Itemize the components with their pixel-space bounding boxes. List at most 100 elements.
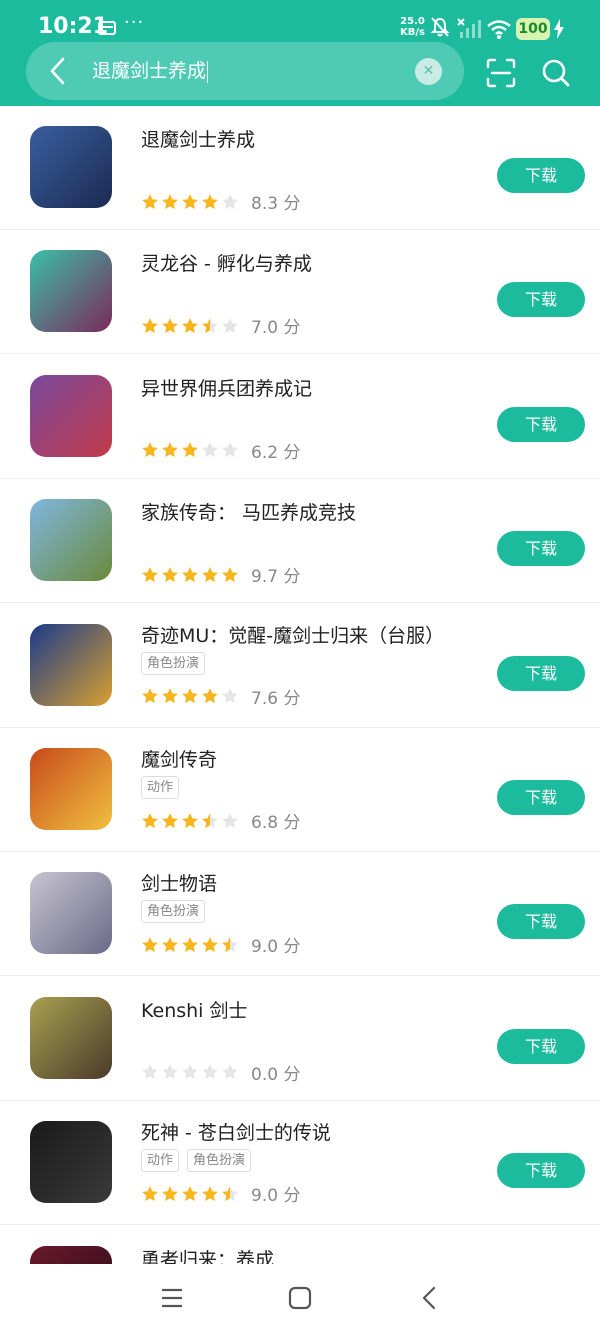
app-list-item[interactable]: 退魔剑士养成 8.3 分 下载	[0, 106, 600, 230]
app-list-item[interactable]: 灵龙谷 - 孵化与养成 7.0 分 下载	[0, 230, 600, 355]
star-filled-icon	[162, 442, 178, 458]
star-filled-icon	[142, 1185, 158, 1201]
home-icon[interactable]	[288, 1286, 312, 1310]
search-results-list[interactable]: 退魔剑士养成 8.3 分下载 灵龙谷 - 孵化与养成 7.0 分下载 异世界佣兵团养成记…	[0, 106, 600, 1264]
game-icon-dragon[interactable]	[30, 250, 112, 333]
star-filled-icon	[202, 193, 218, 209]
star-filled-icon	[162, 688, 178, 704]
star-filled-icon	[162, 937, 178, 953]
star-filled-icon	[142, 193, 158, 209]
cell-signal-icon	[457, 18, 481, 38]
game-icon-reaper[interactable]	[30, 1121, 112, 1204]
star-filled-icon	[142, 812, 158, 828]
app-rating: 6.2 分	[141, 438, 300, 463]
star-empty-icon	[222, 193, 238, 209]
app-title[interactable]: 奇迹MU：觉醒-魔剑士归来（台服）	[141, 621, 444, 648]
download-button[interactable]: 下载	[497, 655, 585, 691]
scan-button[interactable]	[486, 58, 516, 88]
rating-score: 9.0 分	[251, 937, 301, 958]
wifi-icon	[487, 20, 511, 39]
rating-score: 7.0 分	[251, 318, 301, 339]
app-title[interactable]: Kenshi 剑士	[141, 996, 248, 1023]
star-rating	[141, 441, 239, 459]
game-icon-sword-legend[interactable]	[30, 748, 112, 830]
star-half-icon	[202, 318, 218, 334]
rating-score: 6.8 分	[251, 813, 301, 833]
app-title[interactable]: 家族传奇： 马匹养成竞技	[141, 498, 356, 525]
download-button[interactable]: 下载	[497, 904, 585, 940]
game-icon-kenshi[interactable]	[30, 996, 112, 1079]
app-title[interactable]: 异世界佣兵团养成记	[141, 374, 312, 401]
app-title[interactable]: 死神 - 苍白剑士的传说	[141, 1118, 331, 1145]
star-filled-icon	[182, 318, 198, 334]
star-filled-icon	[182, 812, 198, 828]
rating-score: 8.3 分	[251, 194, 301, 214]
app-list-item[interactable]: 勇者归来：养成	[0, 1226, 600, 1264]
star-filled-icon	[142, 318, 158, 334]
star-empty-icon	[222, 688, 238, 704]
recent-apps-icon[interactable]	[160, 1286, 184, 1310]
star-filled-icon	[142, 688, 158, 704]
download-button[interactable]: 下载	[497, 531, 585, 567]
game-icon-mu[interactable]	[30, 623, 112, 706]
app-rating: 8.3 分	[141, 189, 300, 214]
category-tag: 角色扮演	[187, 1149, 252, 1173]
text-caret	[207, 60, 209, 83]
game-icon-hero[interactable]	[30, 1245, 112, 1264]
game-icon-exorcist[interactable]	[30, 126, 112, 208]
game-icon-horse[interactable]	[30, 499, 112, 582]
app-title[interactable]: 退魔剑士养成	[141, 125, 255, 152]
rating-score: 0.0 分	[251, 1064, 301, 1085]
star-filled-icon	[182, 566, 198, 582]
category-tag: 角色扮演	[141, 900, 206, 924]
star-empty-icon	[222, 442, 238, 458]
download-button[interactable]: 下载	[497, 1028, 585, 1064]
app-tags: 动作	[141, 776, 180, 799]
back-button[interactable]	[42, 52, 72, 90]
more-notifications-icon: ···	[124, 12, 145, 33]
star-filled-icon	[162, 318, 178, 334]
star-filled-icon	[202, 688, 218, 704]
star-filled-icon	[182, 688, 198, 704]
app-list-item[interactable]: 奇迹MU：觉醒-魔剑士归来（台服） 角色扮演 7.6 分 下载	[0, 604, 600, 728]
back-nav-icon[interactable]	[417, 1286, 441, 1310]
star-filled-icon	[182, 1185, 198, 1201]
app-rating: 7.6 分	[141, 684, 300, 709]
app-list-item[interactable]: 异世界佣兵团养成记 6.2 分 下载	[0, 355, 600, 479]
game-icon-mercenary[interactable]	[30, 374, 112, 457]
app-tags: 角色扮演	[141, 900, 206, 924]
star-filled-icon	[182, 193, 198, 209]
star-filled-icon	[142, 937, 158, 953]
app-title[interactable]: 灵龙谷 - 孵化与养成	[141, 249, 312, 276]
star-half-icon	[222, 937, 238, 953]
download-button[interactable]: 下载	[497, 406, 585, 442]
app-rating: 6.8 分	[141, 808, 300, 833]
app-list-item[interactable]: 家族传奇： 马匹养成竞技 9.7 分 下载	[0, 479, 600, 604]
rating-score: 9.7 分	[251, 567, 301, 588]
star-filled-icon	[162, 812, 178, 828]
category-tag: 动作	[141, 1149, 180, 1173]
search-button[interactable]	[541, 57, 571, 89]
download-button[interactable]: 下载	[497, 282, 585, 318]
app-title[interactable]: 魔剑传奇	[141, 745, 217, 772]
star-filled-icon	[142, 442, 158, 458]
star-rating	[141, 936, 239, 954]
app-title[interactable]: 勇者归来：养成	[141, 1245, 274, 1264]
download-button[interactable]: 下载	[497, 780, 585, 815]
app-list-item[interactable]: Kenshi 剑士 0.0 分 下载	[0, 977, 600, 1101]
download-button[interactable]: 下载	[497, 1153, 585, 1189]
clear-search-button[interactable]: ✕	[415, 58, 442, 85]
app-title[interactable]: 剑士物语	[141, 869, 217, 896]
message-notification-icon	[98, 21, 116, 35]
star-empty-icon	[182, 1064, 198, 1080]
app-list-item[interactable]: 剑士物语角色扮演 9.0 分 下载	[0, 852, 600, 977]
bell-muted-icon	[430, 17, 450, 37]
app-list-item[interactable]: 魔剑传奇动作 6.8 分 下载	[0, 728, 600, 852]
download-button[interactable]: 下载	[497, 158, 585, 193]
game-icon-swordsman[interactable]	[30, 872, 112, 955]
star-filled-icon	[182, 937, 198, 953]
star-filled-icon	[162, 1185, 178, 1201]
search-input[interactable]: 退魔剑士养成	[92, 58, 209, 84]
star-filled-icon	[162, 566, 178, 582]
app-list-item[interactable]: 死神 - 苍白剑士的传说 动作 角色扮演 9.0 分 下载	[0, 1101, 600, 1226]
